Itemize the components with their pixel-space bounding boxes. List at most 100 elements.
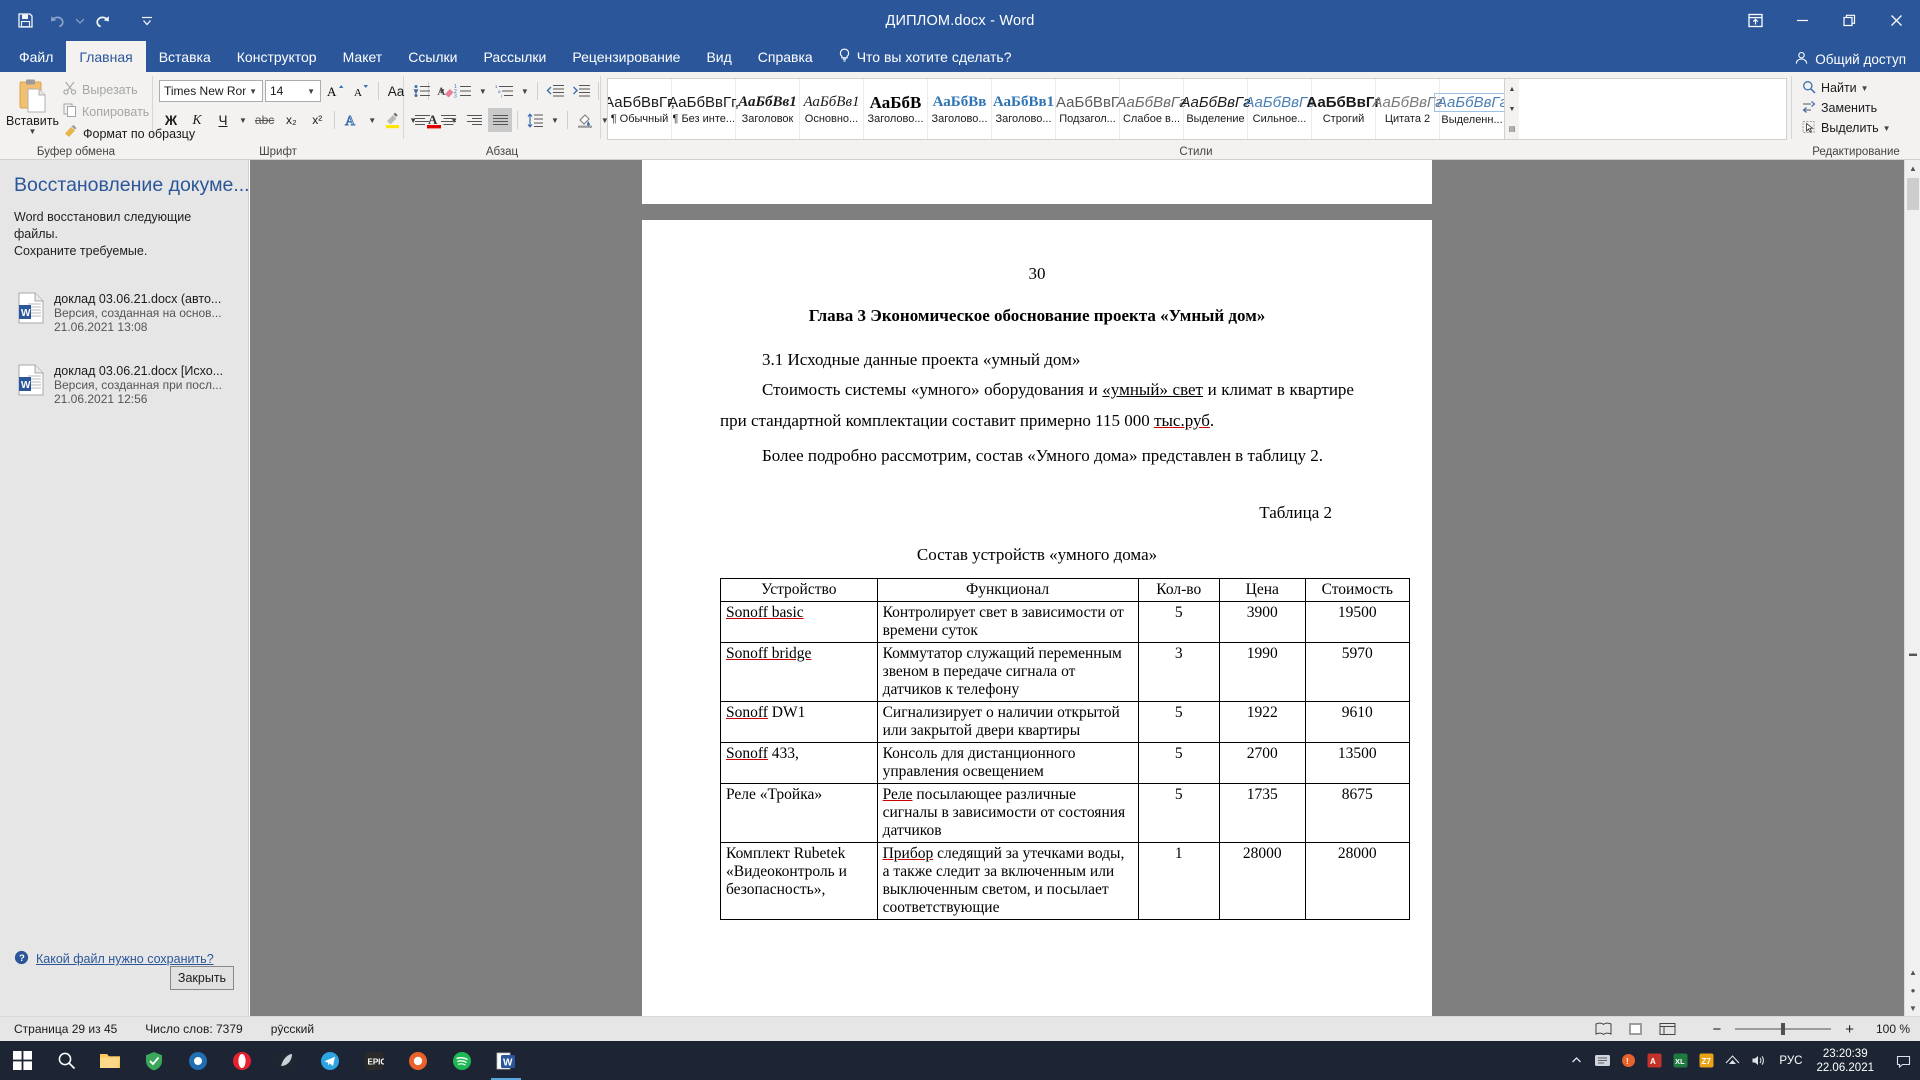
select-caret-icon[interactable]: ▼ [1883, 124, 1891, 133]
paste-button[interactable]: Вставить ▼ [6, 76, 59, 136]
line-spacing-button[interactable] [523, 108, 547, 132]
browse-object-icon[interactable]: ● [1905, 982, 1920, 998]
volume-icon[interactable] [1745, 1041, 1771, 1080]
language-indicator[interactable]: РУС [1771, 1055, 1810, 1067]
justify-button[interactable] [488, 108, 512, 132]
print-layout-icon[interactable] [1624, 1020, 1646, 1038]
subscript-button[interactable]: x₂ [279, 108, 303, 132]
font-size-combo[interactable]: 14 ▼ [265, 80, 321, 102]
select-button[interactable]: Выделить ▼ [1798, 118, 1895, 138]
minimize-icon[interactable] [1779, 0, 1826, 41]
grow-font-button[interactable]: A [323, 79, 347, 103]
tray-app-icon-3[interactable]: A [1641, 1041, 1667, 1080]
tab-file[interactable]: Файл [6, 41, 66, 72]
style-item[interactable]: АаБбВ Заголово... [864, 79, 928, 139]
restore-icon[interactable] [1826, 0, 1873, 41]
increase-indent-button[interactable] [569, 79, 593, 103]
telegram-button[interactable] [308, 1041, 352, 1080]
tab-home[interactable]: Главная [66, 41, 146, 72]
page-current[interactable]: 30 Глава 3 Экономическое обоснование про… [642, 220, 1432, 1016]
tray-app-icon-1[interactable] [1589, 1041, 1615, 1080]
recovery-file-item[interactable]: W доклад 03.06.21.docx (авто... Версия, … [0, 278, 248, 334]
style-item[interactable]: АаБбВвГг Выделение [1181, 79, 1250, 139]
web-layout-icon[interactable] [1656, 1020, 1678, 1038]
decrease-indent-button[interactable] [543, 79, 567, 103]
bullets-button[interactable] [410, 79, 434, 103]
tab-insert[interactable]: Вставка [146, 41, 224, 72]
zoom-out-button[interactable]: − [1708, 1021, 1725, 1038]
notifications-button[interactable] [1886, 1041, 1920, 1080]
network-icon[interactable] [1719, 1041, 1745, 1080]
tab-help[interactable]: Справка [745, 41, 826, 72]
epic-games-button[interactable]: EPIC [352, 1041, 396, 1080]
share-button[interactable]: Общий доступ [1794, 51, 1906, 68]
styles-scroll-down-icon[interactable]: ▼ [1505, 100, 1519, 118]
styles-more-icon[interactable]: ▤ [1505, 120, 1519, 138]
numbering-button[interactable]: 123 [451, 79, 475, 103]
zoom-slider[interactable] [1735, 1023, 1832, 1035]
read-mode-icon[interactable] [1592, 1020, 1614, 1038]
multilevel-list-button[interactable]: 1ai [492, 79, 517, 103]
font-name-combo[interactable]: Times New Roma ▼ [159, 80, 263, 102]
status-language[interactable]: рӯсский [257, 1022, 328, 1036]
styles-gallery[interactable]: АаБбВвГг, ¶ Обычный АаБбВвГг, ¶ Без инте… [607, 78, 1787, 140]
document-vertical-scrollbar[interactable]: ▲ ▬ ▲ ● ▼ [1904, 160, 1920, 1016]
style-item[interactable]: АаБбВвГ Подзагол... [1056, 79, 1120, 139]
tray-app-icon-5[interactable]: Z7 [1693, 1041, 1719, 1080]
font-size-caret-icon[interactable]: ▼ [304, 87, 318, 96]
tab-review[interactable]: Рецензирование [559, 41, 693, 72]
style-item[interactable]: АаБбВвГг Сильное... [1245, 79, 1314, 139]
find-caret-icon[interactable]: ▼ [1861, 84, 1869, 93]
style-item[interactable]: АаБбВвГг Строгий [1306, 79, 1381, 139]
text-highlight-button[interactable] [381, 108, 405, 132]
word-taskbar-button[interactable]: W [484, 1041, 528, 1080]
line-spacing-caret-icon[interactable]: ▼ [549, 108, 562, 132]
recovery-file-item[interactable]: W доклад 03.06.21.docx [Исхо... Версия, … [0, 350, 248, 406]
previous-page-icon[interactable]: ▲ [1905, 964, 1920, 980]
close-icon[interactable] [1873, 0, 1920, 41]
tab-view[interactable]: Вид [693, 41, 744, 72]
para1-link[interactable]: «умный» свет [1102, 380, 1203, 399]
zoom-in-button[interactable]: + [1841, 1021, 1858, 1038]
search-button[interactable] [44, 1041, 88, 1080]
underline-caret-icon[interactable]: ▼ [237, 108, 250, 132]
app-shield-button[interactable] [132, 1041, 176, 1080]
find-button[interactable]: Найти ▼ [1798, 78, 1873, 98]
next-page-icon[interactable]: ▼ [1905, 1000, 1920, 1016]
styles-scrollbar[interactable]: ▲ ▼ ▤ [1504, 79, 1519, 139]
spotify-button[interactable] [440, 1041, 484, 1080]
style-item[interactable]: АаБбВв Заголово... [928, 79, 992, 139]
style-item[interactable]: АаБбВв1 Основно... [800, 79, 864, 139]
show-hidden-icons-button[interactable] [1563, 1041, 1589, 1080]
replace-button[interactable]: Заменить [1798, 98, 1881, 118]
status-word-count[interactable]: Число слов: 7379 [131, 1022, 256, 1036]
italic-button[interactable]: К [185, 108, 209, 132]
style-item[interactable]: АаБбВвГг Цитата 2 [1373, 79, 1442, 139]
scroll-up-icon[interactable]: ▲ [1905, 160, 1920, 176]
styles-scroll-up-icon[interactable]: ▲ [1505, 80, 1519, 98]
multilevel-caret-icon[interactable]: ▼ [519, 79, 532, 103]
scroll-split-icon[interactable]: ▬ [1905, 645, 1920, 661]
paste-dropdown-icon[interactable]: ▼ [29, 128, 37, 136]
style-item[interactable]: АаБбВв1 Заголово... [992, 79, 1056, 139]
start-button[interactable] [0, 1041, 44, 1080]
clock[interactable]: 23:20:39 22.06.2021 [1810, 1047, 1886, 1075]
document-body[interactable]: 30 Глава 3 Экономическое обоснование про… [720, 264, 1411, 920]
underline-button[interactable]: Ч [211, 108, 235, 132]
document-canvas[interactable]: 30 Глава 3 Экономическое обоснование про… [250, 160, 1920, 1016]
opera-browser-button[interactable] [220, 1041, 264, 1080]
tray-app-icon-4[interactable]: XL [1667, 1041, 1693, 1080]
bold-button[interactable]: Ж [159, 108, 183, 132]
app-orange-button[interactable] [396, 1041, 440, 1080]
save-icon[interactable] [10, 6, 40, 36]
tray-app-icon-2[interactable]: ! [1615, 1041, 1641, 1080]
align-left-button[interactable] [410, 108, 434, 132]
tab-layout[interactable]: Макет [330, 41, 396, 72]
text-effects-caret-icon[interactable]: ▼ [366, 108, 379, 132]
align-right-button[interactable] [462, 108, 486, 132]
close-pane-button[interactable]: Закрыть [170, 966, 234, 990]
status-page[interactable]: Страница 29 из 45 [0, 1022, 131, 1036]
style-item[interactable]: АаБбВвГг, ¶ Обычный [608, 79, 675, 139]
tell-me-box[interactable]: Что вы хотите сделать? [826, 41, 1024, 72]
customize-qat-icon[interactable] [132, 6, 162, 36]
